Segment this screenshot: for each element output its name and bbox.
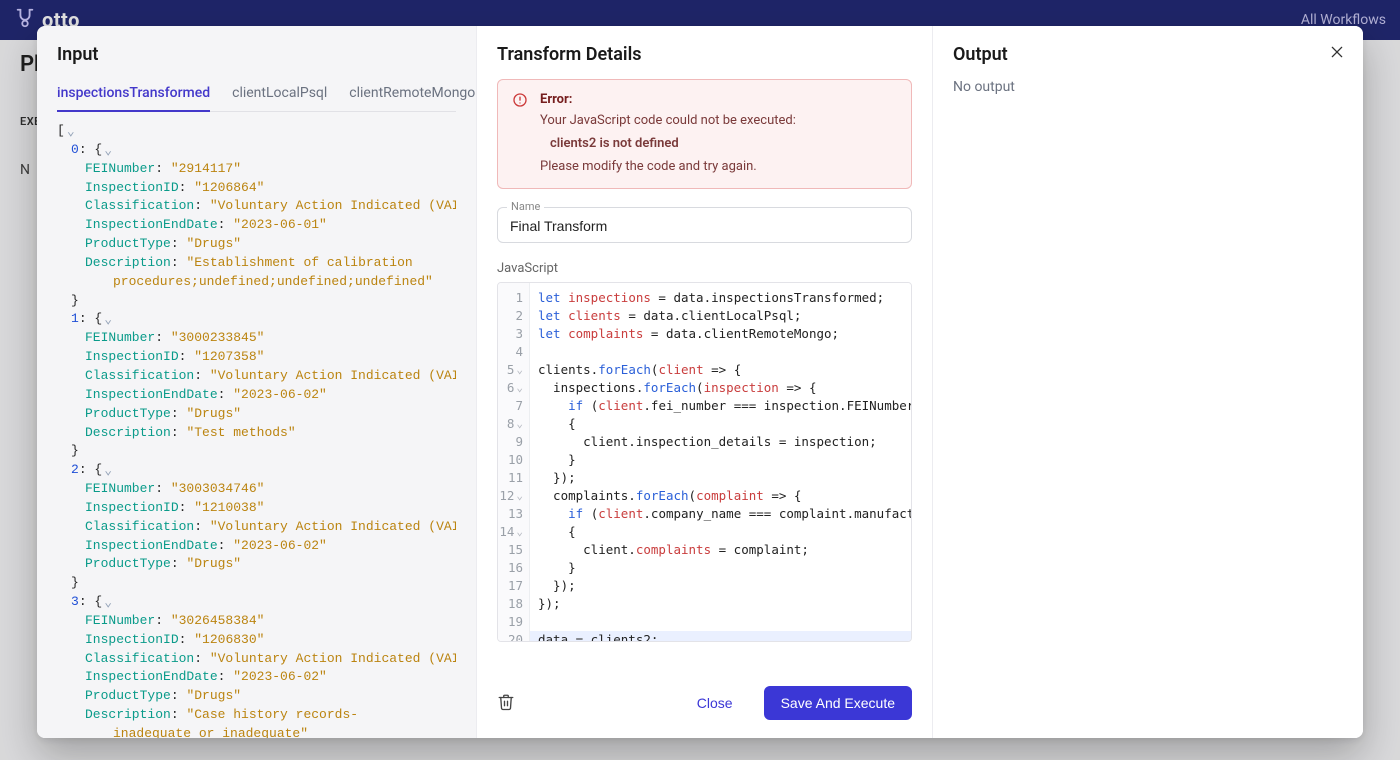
input-panel: Input inspectionsTransformed clientLocalP… <box>37 26 477 738</box>
error-icon <box>512 92 530 174</box>
modal-backdrop: Input inspectionsTransformed clientLocalP… <box>0 0 1400 760</box>
code-editor[interactable]: 12345⌄6⌄78⌄9101112⌄1314⌄151617181920 let… <box>497 282 912 642</box>
tab-clientLocalPsql[interactable]: clientLocalPsql <box>232 79 327 111</box>
name-field-wrap: Name <box>497 207 912 243</box>
output-empty-message: No output <box>953 79 1343 95</box>
name-field-label: Name <box>507 200 544 213</box>
input-panel-title: Input <box>57 44 456 65</box>
error-line1: Your JavaScript code could not be execut… <box>540 113 796 128</box>
transform-panel-title: Transform Details <box>497 44 912 65</box>
error-alert: Error: Your JavaScript code could not be… <box>497 79 912 189</box>
transform-name-input[interactable] <box>497 207 912 243</box>
error-title: Error: <box>540 92 796 107</box>
tab-inspectionsTransformed[interactable]: inspectionsTransformed <box>57 79 210 111</box>
error-message: clients2 is not defined <box>550 136 796 151</box>
json-viewer[interactable]: [⌄0: {⌄FEINumber: "2914117"InspectionID:… <box>57 122 456 738</box>
save-and-execute-button[interactable]: Save And Execute <box>764 686 912 720</box>
error-line2: Please modify the code and try again. <box>540 159 796 174</box>
close-icon[interactable] <box>1325 40 1349 64</box>
input-tabs: inspectionsTransformedclientLocalPsqlcli… <box>57 79 456 112</box>
transform-panel: Transform Details Error: Your JavaScript… <box>477 26 933 738</box>
transform-modal: Input inspectionsTransformed clientLocalP… <box>37 26 1363 738</box>
output-panel-title: Output <box>953 44 1343 65</box>
transform-footer: Close Save And Execute <box>497 672 912 720</box>
output-panel: Output No output <box>933 26 1363 738</box>
code-section-label: JavaScript <box>497 261 912 276</box>
delete-button[interactable] <box>497 693 517 713</box>
tab-clientRemoteMongo[interactable]: clientRemoteMongo <box>349 79 475 111</box>
close-button[interactable]: Close <box>680 686 750 720</box>
error-body: Error: Your JavaScript code could not be… <box>540 92 796 174</box>
error-detail: Your JavaScript code could not be execut… <box>540 113 796 174</box>
